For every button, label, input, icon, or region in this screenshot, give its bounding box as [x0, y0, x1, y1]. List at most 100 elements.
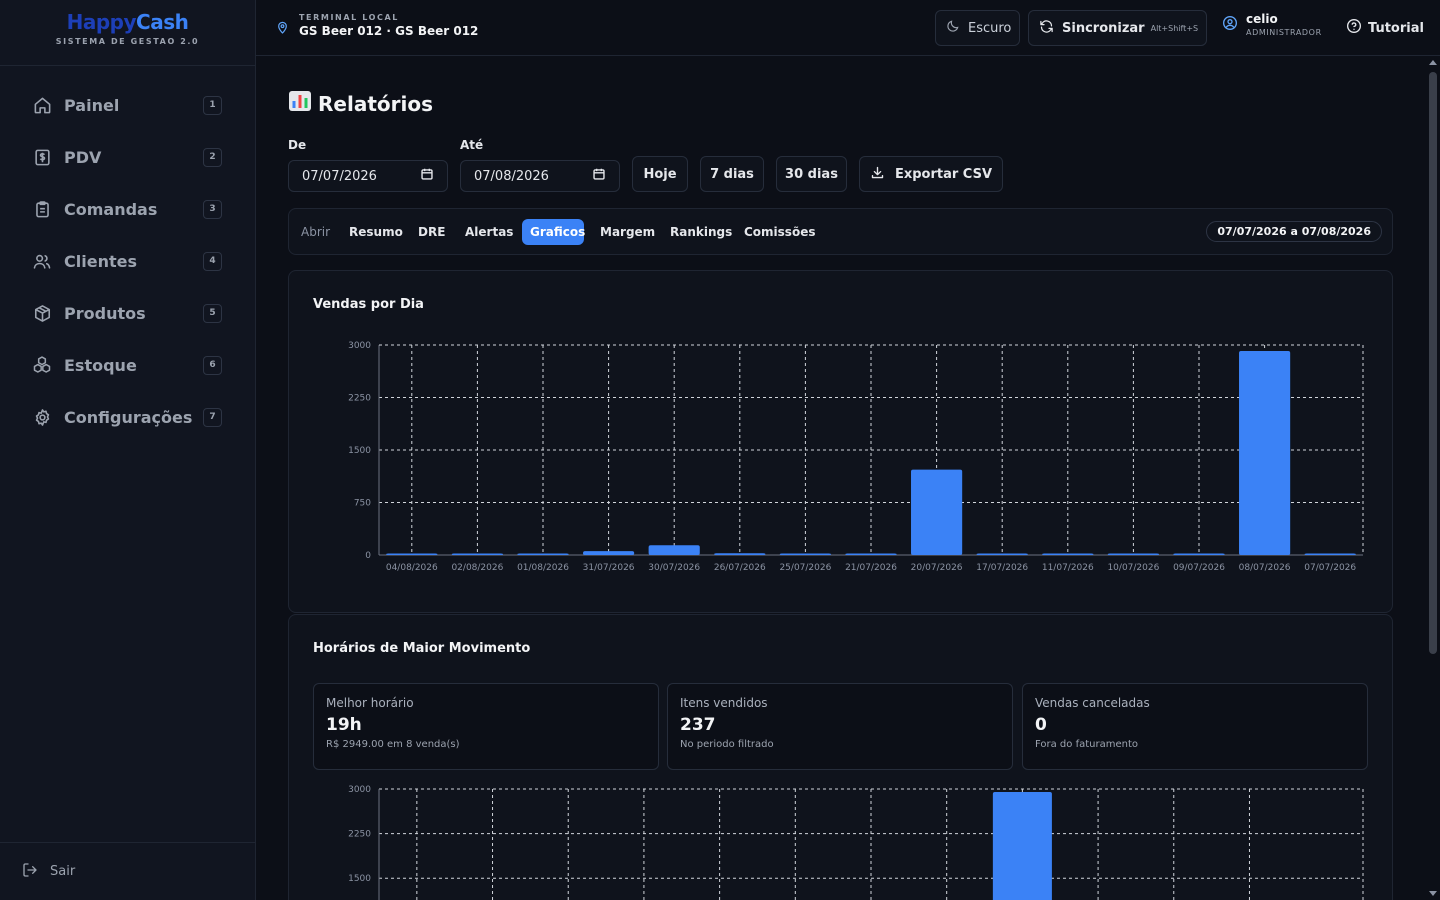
today-button[interactable]: Hoje — [632, 156, 688, 192]
x-tick-label: 02/08/2026 — [451, 563, 503, 573]
bar[interactable] — [583, 551, 635, 555]
page-title-text: Relatórios — [318, 91, 433, 116]
tutorial-button[interactable]: Tutorial — [1346, 18, 1424, 38]
export-csv-label: Exportar CSV — [894, 166, 993, 182]
bar[interactable] — [1042, 553, 1094, 556]
tab-dre[interactable]: DRE — [410, 219, 453, 245]
sidebar-item-configuracoes[interactable]: Configurações 7 — [0, 391, 256, 443]
bar[interactable] — [1304, 553, 1356, 556]
x-tick-label: 25/07/2026 — [779, 563, 831, 573]
y-tick-label: 750 — [354, 499, 371, 509]
y-tick-label: 0 — [365, 551, 371, 561]
sidebar-item-estoque[interactable]: Estoque 6 — [0, 339, 256, 391]
gear-icon — [32, 407, 52, 427]
bar[interactable] — [976, 553, 1028, 556]
moon-icon — [946, 19, 960, 37]
home-icon — [32, 95, 52, 115]
bar[interactable] — [1107, 553, 1159, 556]
user-name: celio — [1246, 12, 1278, 26]
calendar-icon[interactable] — [420, 167, 434, 185]
from-label: De — [288, 138, 307, 152]
date-range-badge: 07/07/2026 a 07/08/2026 — [1206, 221, 1382, 242]
scroll-thumb[interactable] — [1429, 72, 1437, 654]
tab-resumo[interactable]: Resumo — [341, 219, 411, 245]
tab-margem[interactable]: Margem — [592, 219, 663, 245]
brand-subtitle: SISTEMA DE GESTAO 2.0 — [55, 37, 200, 46]
y-tick-label: 1500 — [348, 446, 371, 456]
boxes-icon — [32, 355, 52, 375]
sidebar-item-produtos[interactable]: Produtos 5 — [0, 287, 256, 339]
app-root: HappyCash SISTEMA DE GESTAO 2.0 Painel 1… — [0, 0, 1440, 900]
sidebar-item-comandas[interactable]: Comandas 3 — [0, 183, 256, 235]
sidebar-item-label: Produtos — [64, 303, 146, 323]
tab-abrir[interactable]: Abrir — [293, 219, 338, 245]
map-pin-icon — [276, 20, 289, 39]
theme-toggle-button[interactable]: Escuro — [935, 10, 1020, 46]
tab-graficos[interactable]: Graficos — [522, 219, 585, 245]
shortcut-badge: 5 — [203, 303, 222, 323]
bar[interactable] — [779, 553, 831, 556]
tab-comissoes[interactable]: Comissões — [736, 219, 823, 245]
shortcut-badge: 7 — [203, 407, 222, 427]
sidebar-item-clientes[interactable]: Clientes 4 — [0, 235, 256, 287]
user-role: ADMINISTRADOR — [1246, 28, 1322, 37]
sidebar-item-painel[interactable]: Painel 1 — [0, 79, 256, 131]
bar[interactable] — [386, 553, 438, 556]
sync-label: Sincronizar — [1062, 20, 1145, 36]
sales-per-day-card: Vendas por Dia 0 750 1500 2250 3000 04/08/202… — [288, 270, 1393, 613]
x-tick-label: 09/07/2026 — [1173, 563, 1225, 573]
x-tick-label: 11/07/2026 — [1042, 563, 1094, 573]
terminal-name: GS Beer 012 · GS Beer 012 — [299, 24, 479, 38]
bar[interactable] — [992, 792, 1052, 900]
tab-alertas[interactable]: Alertas — [457, 219, 521, 245]
clipboard-icon — [32, 199, 52, 219]
brand-logo: HappyCash — [66, 10, 189, 34]
x-tick-label: 01/08/2026 — [517, 563, 569, 573]
logout-icon — [22, 862, 38, 882]
user-menu[interactable]: celio ADMINISTRADOR — [1222, 12, 1322, 37]
user-circle-icon — [1222, 15, 1238, 35]
to-date-input[interactable] — [474, 168, 584, 184]
scroll-down-arrow[interactable] — [1429, 891, 1437, 896]
sidebar-item-pdv[interactable]: PDV 2 — [0, 131, 256, 183]
sidebar-nav: Painel 1 PDV 2 Comandas 3 Clientes 4 Pro… — [0, 79, 256, 443]
refresh-icon — [1039, 19, 1054, 38]
y-tick-label: 1500 — [348, 874, 371, 884]
x-tick-label: 31/07/2026 — [583, 563, 635, 573]
y-tick-label: 3000 — [348, 785, 371, 795]
tab-rankings[interactable]: Rankings — [662, 219, 740, 245]
last-7-days-button[interactable]: 7 dias — [700, 156, 764, 192]
peak-hours-chart: 1500 2250 3000 — [348, 785, 1364, 900]
logout-button[interactable]: Sair — [0, 842, 256, 900]
to-date-field[interactable] — [460, 160, 620, 192]
bar[interactable] — [1239, 350, 1291, 555]
bar[interactable] — [845, 553, 897, 556]
sync-button[interactable]: Sincronizar Alt+Shift+S — [1028, 10, 1207, 46]
x-tick-label: 04/08/2026 — [386, 563, 438, 573]
to-label: Até — [460, 138, 484, 152]
logout-label: Sair — [50, 864, 76, 879]
bar[interactable] — [648, 545, 700, 555]
bar[interactable] — [1173, 553, 1225, 556]
bar[interactable] — [517, 553, 569, 556]
shortcut-badge: 4 — [203, 251, 222, 271]
calendar-icon[interactable] — [592, 167, 606, 185]
shortcut-badge: 1 — [203, 95, 222, 115]
last-30-days-button[interactable]: 30 dias — [776, 156, 847, 192]
bar-chart-icon — [288, 90, 312, 117]
terminal-info: TERMINAL LOCAL GS Beer 012 · GS Beer 012 — [276, 13, 478, 39]
shortcut-badge: 3 — [203, 199, 222, 219]
y-tick-label: 2250 — [348, 394, 371, 404]
page-title: Relatórios — [288, 90, 433, 117]
from-date-input[interactable] — [302, 168, 412, 184]
from-date-field[interactable] — [288, 160, 448, 192]
x-tick-label: 17/07/2026 — [976, 563, 1028, 573]
bar[interactable] — [911, 469, 963, 555]
page-scrollbar[interactable] — [1426, 56, 1440, 900]
bar[interactable] — [714, 553, 766, 555]
sync-shortcut: Alt+Shift+S — [1150, 23, 1199, 33]
export-csv-button[interactable]: Exportar CSV — [859, 156, 1003, 192]
bar[interactable] — [451, 553, 503, 556]
scroll-up-arrow[interactable] — [1429, 60, 1437, 65]
x-tick-label: 26/07/2026 — [714, 563, 766, 573]
